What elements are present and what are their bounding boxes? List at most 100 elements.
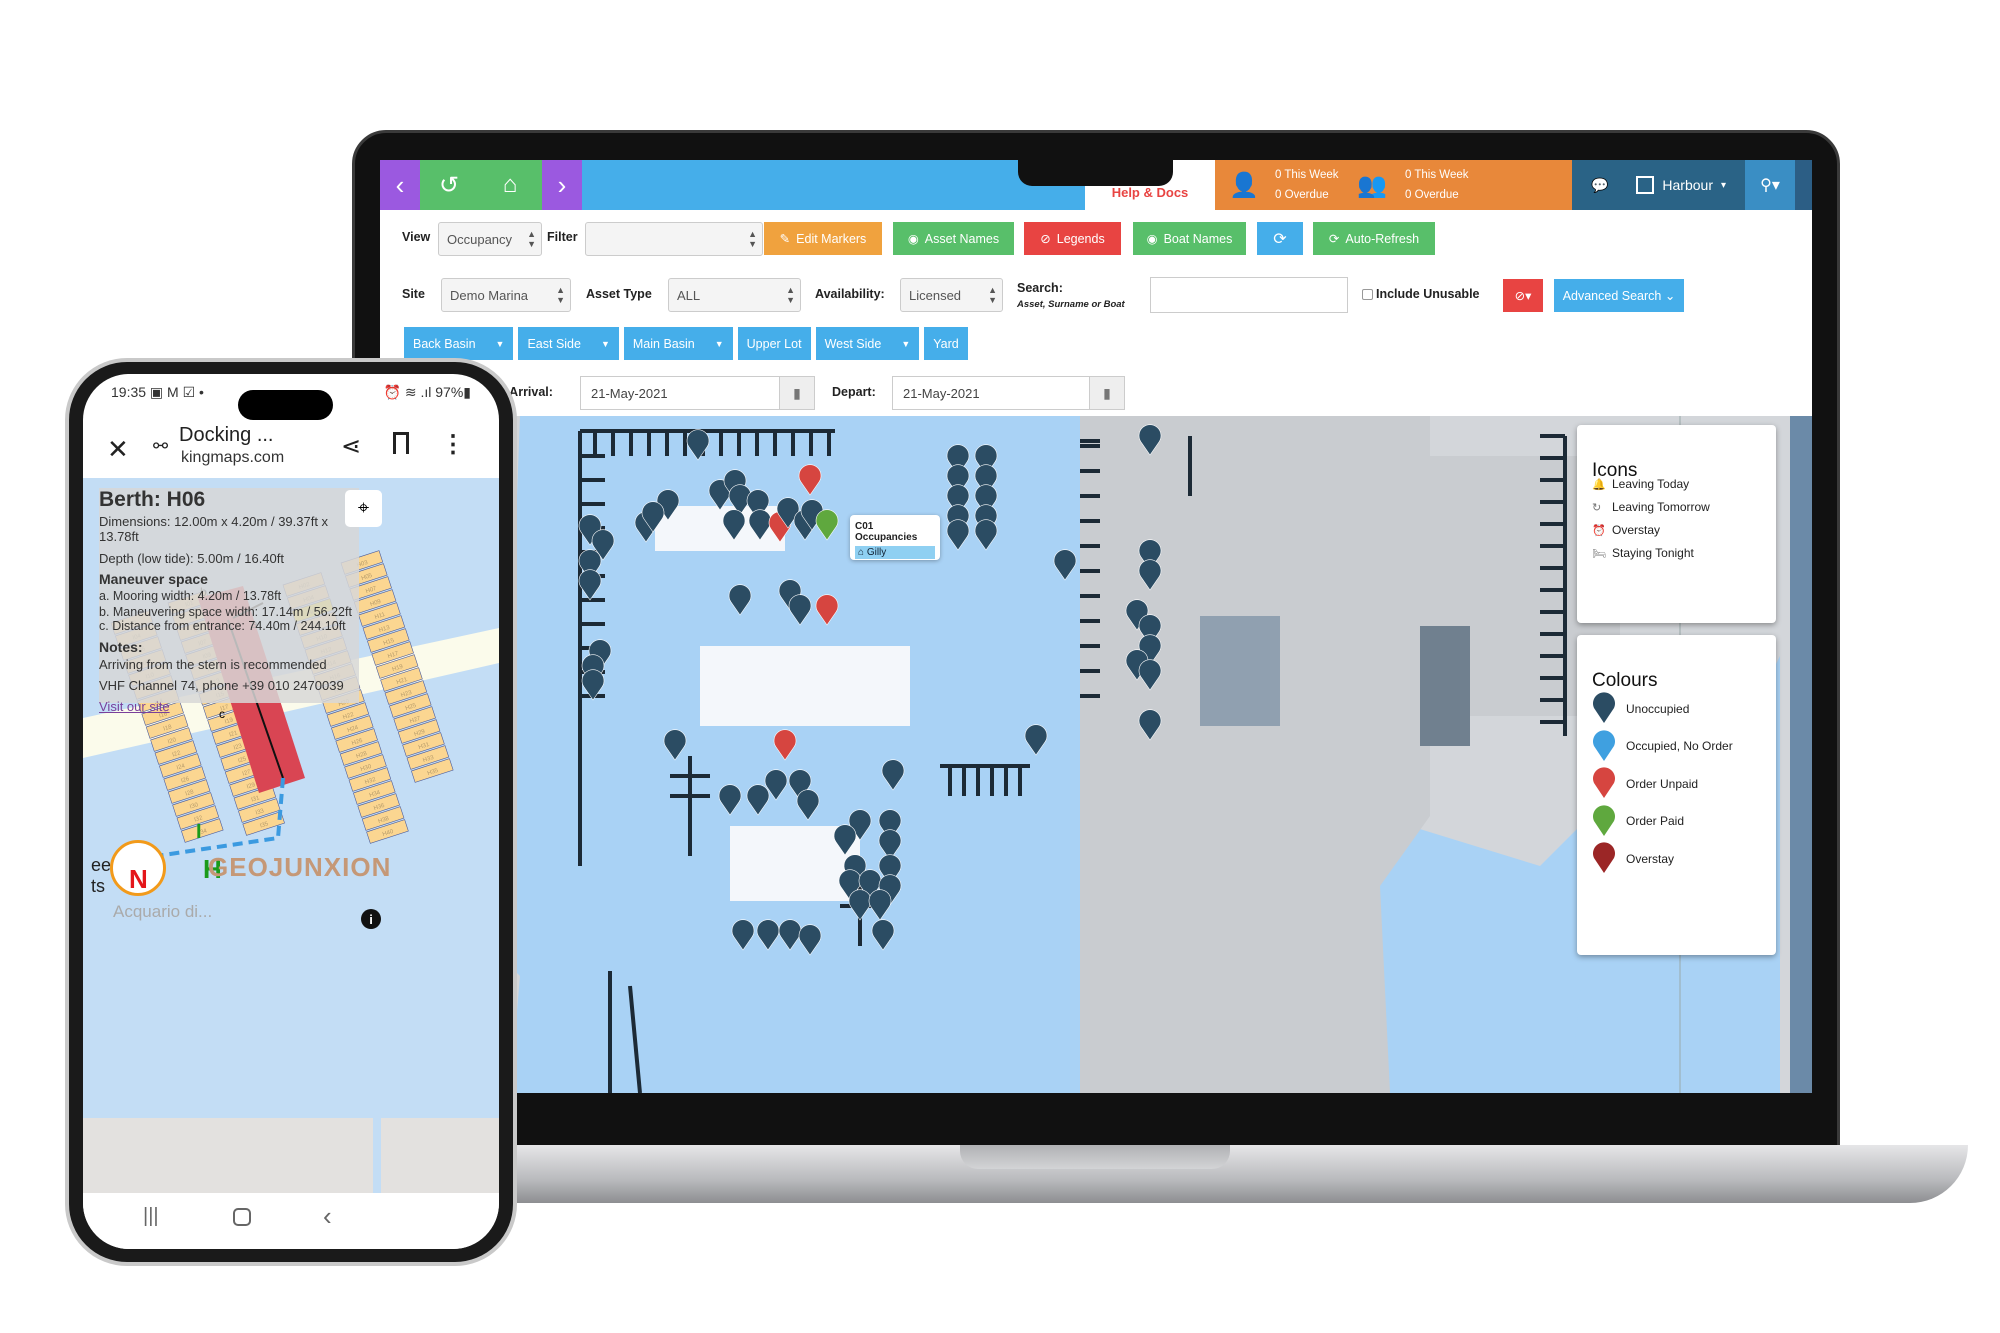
legend-colour-row: Occupied, No Order	[1592, 728, 1733, 765]
area-button[interactable]: Main Basin ▼	[623, 327, 733, 360]
area-button[interactable]: Back Basin ▼	[404, 327, 514, 360]
berth-info: Berth: H06 Dimensions: 12.00m x 4.20m / …	[97, 488, 367, 716]
auto-refresh-button[interactable]: ⟳ Auto-Refresh	[1313, 222, 1435, 255]
building	[1420, 626, 1470, 746]
stats-panel: 👤 0 This Week 0 Overdue 👥 0 This Week 0 Ov…	[1215, 160, 1572, 210]
filter-label: Filter	[547, 230, 578, 244]
button-label: Asset Names	[924, 231, 1000, 246]
button-label: Legends	[1056, 231, 1105, 246]
button-label: Yard	[933, 336, 959, 351]
stat-guests[interactable]: 0 This Week 0 Overdue	[1275, 165, 1339, 205]
colours-legend: Colours Unoccupied Occupied, No Order Orde…	[1577, 635, 1776, 955]
bell-icon: 🔔	[1592, 478, 1606, 491]
refresh-button[interactable]: ⟳	[1257, 222, 1303, 255]
legend-label: Leaving Tomorrow	[1612, 500, 1710, 514]
legends-button[interactable]: ⊘ Legends	[1024, 222, 1121, 255]
eye-icon: ◉	[1146, 232, 1158, 246]
caret-icon: ▾	[1721, 179, 1727, 191]
depart-value: 21-May-2021	[903, 385, 980, 401]
home-nav-icon[interactable]	[233, 1208, 251, 1226]
berth-title: Berth: H06	[99, 488, 206, 511]
view-select[interactable]: Occupancy ▲ ▼	[438, 222, 542, 256]
clear-filter-button[interactable]: ⊘▾	[1503, 279, 1543, 312]
icons-legend: Icons 🔔 Leaving Today ↻ Leaving Tomorrow ⏰ Ov…	[1577, 425, 1776, 623]
button-label: West Side	[824, 336, 882, 351]
stat-line: 0 Overdue	[1275, 189, 1329, 201]
site-label: Site	[402, 287, 425, 301]
bookmark-icon[interactable]	[393, 432, 409, 454]
site-menu-label: Harbour	[1662, 177, 1713, 193]
stat-members[interactable]: 0 This Week 0 Overdue	[1405, 165, 1469, 205]
forward-button[interactable]: ›	[542, 160, 582, 210]
map-pin-icon	[1592, 803, 1616, 840]
legend-label: Leaving Today	[1612, 477, 1690, 491]
history-icon: ↺	[438, 171, 460, 199]
area-button[interactable]: East Side ▼	[518, 327, 619, 360]
availability-select[interactable]: Licensed ▲ ▼	[900, 278, 1003, 312]
legend-colour-row: Unoccupied	[1592, 690, 1689, 727]
page-settings-icon[interactable]: ⚯	[153, 436, 168, 457]
android-nav-bar: ||| ‹	[83, 1193, 499, 1249]
chevron-left-icon: ‹	[395, 169, 405, 200]
info-icon[interactable]: i	[361, 909, 381, 929]
camera-notch	[1018, 158, 1173, 186]
button-label: Edit Markers	[796, 231, 867, 246]
occupancy-tooltip: C01 Occupancies ⌂ Gilly	[850, 515, 940, 560]
locate-button[interactable]: ⌖	[345, 490, 382, 527]
filter-select[interactable]: ▲ ▼	[585, 222, 763, 256]
legend-icon-row: ⏰ Overstay	[1592, 523, 1660, 537]
nav-edge	[1795, 160, 1812, 210]
search-label: Search:	[1017, 281, 1063, 295]
back-button[interactable]: ‹	[380, 160, 420, 210]
site-menu[interactable]: 💬 Harbour ▾	[1572, 160, 1745, 210]
more-icon[interactable]: ⋮	[441, 430, 465, 459]
geojunxion-logo: GEOJUNXION	[208, 852, 392, 882]
site-select[interactable]: Demo Marina ▲ ▼	[441, 278, 571, 312]
close-icon[interactable]: ✕	[107, 434, 129, 465]
button-label: Upper Lot	[746, 336, 802, 351]
legend-label: Occupied, No Order	[1626, 739, 1733, 753]
map-pin-icon	[1592, 765, 1616, 802]
asset-type-select[interactable]: ALL ▲ ▼	[668, 278, 801, 312]
depart-input[interactable]: 21-May-2021	[892, 376, 1090, 410]
calendar-icon[interactable]: ▮	[1089, 376, 1125, 410]
history-button[interactable]: ↺	[420, 160, 478, 210]
berth-block	[700, 646, 910, 726]
map-pin-icon	[1592, 728, 1616, 765]
note: VHF Channel 74, phone +39 010 2470039	[99, 678, 344, 693]
arrival-input[interactable]: 21-May-2021	[580, 376, 780, 410]
occupant-name: Gilly	[866, 547, 887, 558]
back-nav-icon[interactable]: ‹	[323, 1201, 332, 1232]
eye-icon: ◉	[907, 232, 919, 246]
home-icon: ⌂	[502, 171, 518, 198]
redo-icon: ↻	[1592, 501, 1602, 514]
stat-line: 0 This Week	[1275, 169, 1339, 181]
occupancy-item[interactable]: ⌂ Gilly	[855, 546, 935, 559]
notes-title: Notes:	[99, 639, 143, 655]
advanced-search-button[interactable]: Advanced Search ⌄	[1554, 279, 1684, 312]
refresh-icon: ⟳	[1273, 230, 1287, 248]
camera-pill	[238, 390, 333, 420]
area-button[interactable]: Upper Lot	[737, 327, 811, 360]
area-button[interactable]: West Side ▼	[815, 327, 920, 360]
calendar-icon[interactable]: ▮	[779, 376, 815, 410]
recent-apps-icon[interactable]: |||	[143, 1205, 159, 1228]
legend-label: Order Unpaid	[1626, 776, 1699, 791]
share-icon[interactable]: ⋖	[341, 432, 361, 461]
boat-names-button[interactable]: ◉ Boat Names	[1133, 222, 1246, 255]
button-label: Advanced Search ⌄	[1562, 289, 1676, 303]
chevron-right-icon: ›	[557, 169, 567, 200]
edit-markers-button[interactable]: ✎ Edit Markers	[764, 222, 882, 255]
stat-line: 0 Overdue	[1405, 189, 1459, 201]
visit-site-link[interactable]: Visit our site	[99, 699, 365, 714]
search-input[interactable]	[1150, 277, 1348, 313]
include-unusable-checkbox[interactable]	[1362, 289, 1373, 300]
asset-names-button[interactable]: ◉ Asset Names	[893, 222, 1014, 255]
home-button[interactable]: ⌂	[478, 160, 542, 210]
area-button[interactable]: Yard	[924, 327, 968, 360]
users-icon: 👥	[1357, 171, 1387, 199]
select-arrows-icon: ▲ ▼	[556, 285, 565, 305]
legend-label: Overstay	[1612, 523, 1661, 537]
link-menu-button[interactable]: ⚲▾	[1745, 160, 1795, 210]
asset-type-label: Asset Type	[586, 287, 652, 301]
